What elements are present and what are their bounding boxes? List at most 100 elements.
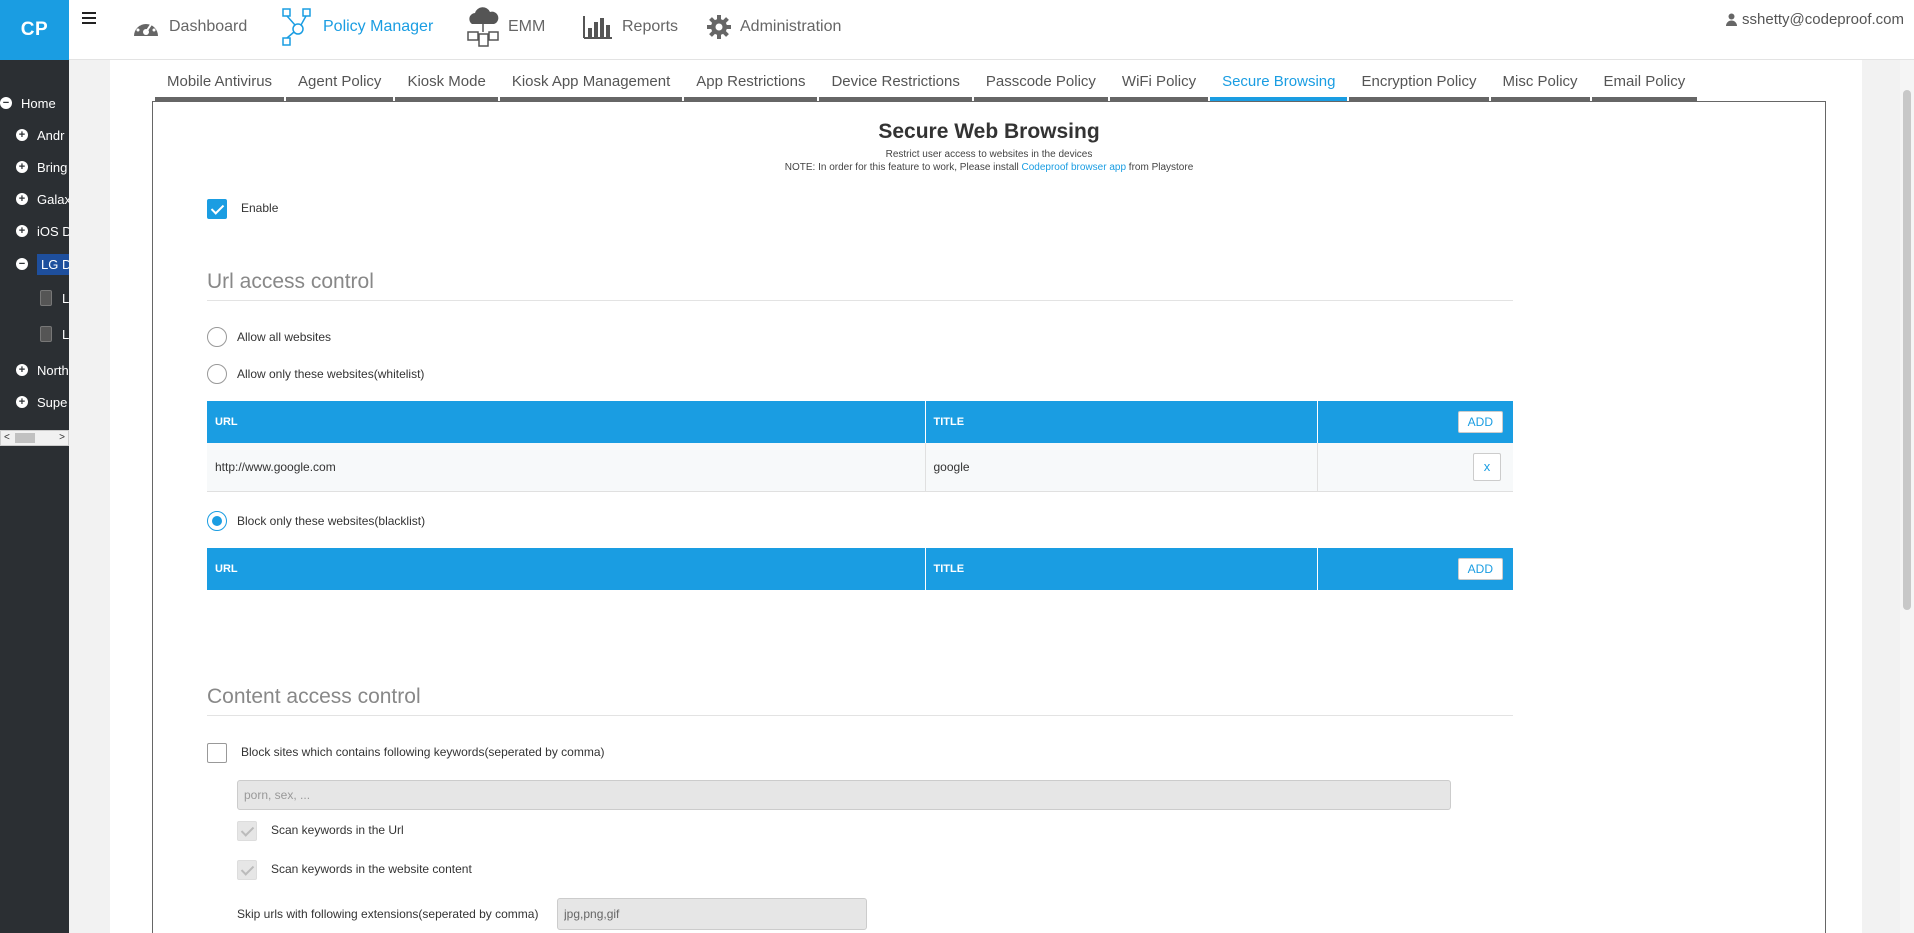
user-menu[interactable]: sshetty@codeproof.com	[1726, 11, 1904, 28]
keywords-input[interactable]	[237, 780, 1451, 810]
enable-checkbox[interactable]	[207, 199, 227, 219]
tab-passcode-policy[interactable]: Passcode Policy	[973, 62, 1108, 102]
expand-icon[interactable]: +	[16, 396, 28, 408]
col-url: URL	[207, 401, 926, 443]
nav-label: Reports	[622, 18, 679, 35]
user-icon	[1726, 13, 1738, 26]
table-row: http://www.google.com google x	[207, 443, 1513, 492]
blacklist-add-button[interactable]: ADD	[1457, 558, 1503, 580]
dashboard-gauge-icon	[134, 19, 158, 36]
sidebar-tree: − Home + Andr + Bring + Galax + iOS D − …	[0, 60, 69, 933]
blacklist-radio[interactable]	[207, 511, 227, 531]
hamburger-menu-icon[interactable]	[82, 12, 98, 26]
tab-kiosk-app-management[interactable]: Kiosk App Management	[499, 62, 683, 102]
user-email: sshetty@codeproof.com	[1742, 11, 1904, 28]
tab-wifi-policy[interactable]: WiFi Policy	[1109, 62, 1209, 102]
gear-icon	[707, 15, 731, 39]
scroll-right-icon[interactable]: >	[59, 431, 65, 445]
col-title: TITLE	[925, 401, 1318, 443]
tab-app-restrictions[interactable]: App Restrictions	[684, 62, 818, 102]
page-title: Secure Web Browsing	[878, 120, 1100, 143]
col-url: URL	[207, 548, 926, 590]
policy-network-icon	[282, 8, 311, 46]
tab-email-policy[interactable]: Email Policy	[1591, 62, 1698, 102]
expand-icon[interactable]: +	[16, 225, 28, 237]
blacklist-table: URL TITLE ADD	[207, 548, 1513, 590]
col-title: TITLE	[925, 548, 1318, 590]
scan-content-label: Scan keywords in the website content	[271, 862, 472, 876]
scan-url-checkbox[interactable]	[237, 821, 257, 841]
blacklist-label: Block only these websites(blacklist)	[237, 514, 426, 528]
bar-chart-icon	[583, 16, 612, 39]
tree-item-device[interactable]: L	[40, 286, 69, 310]
table-header-row: URL TITLE ADD	[207, 548, 1513, 590]
expand-icon[interactable]: +	[16, 161, 28, 173]
tree-item-group-selected[interactable]: − LG D	[16, 252, 69, 276]
tab-kiosk-mode[interactable]: Kiosk Mode	[395, 62, 498, 102]
add-cell: ADD	[1317, 401, 1513, 443]
nav-dashboard[interactable]: Dashboard	[131, 0, 247, 54]
tablet-icon	[40, 326, 52, 342]
scrollbar-thumb[interactable]	[1903, 90, 1911, 610]
skip-extensions-label: Skip urls with following extensions(sepe…	[237, 907, 539, 921]
tree-item-label: North	[37, 362, 69, 378]
sidebar-horizontal-scrollbar[interactable]: < >	[0, 430, 69, 446]
scroll-left-icon[interactable]: <	[4, 431, 10, 445]
logo[interactable]: CP	[0, 0, 69, 60]
tab-secure-browsing[interactable]: Secure Browsing	[1210, 62, 1348, 102]
tree-item-label: L	[62, 290, 69, 306]
tab-misc-policy[interactable]: Misc Policy	[1490, 62, 1590, 102]
nav-policy-manager[interactable]: Policy Manager	[281, 0, 433, 54]
collapse-icon[interactable]: −	[16, 258, 28, 270]
nav-administration[interactable]: Administration	[706, 0, 841, 54]
tab-device-restrictions[interactable]: Device Restrictions	[819, 62, 972, 102]
tree-item-label: LG D	[37, 253, 69, 275]
nav-label: Administration	[740, 18, 842, 35]
page-note: NOTE: In order for this feature to work,…	[153, 162, 1825, 173]
tree-item-group[interactable]: + Galax	[16, 187, 69, 211]
tab-mobile-antivirus[interactable]: Mobile Antivirus	[155, 62, 285, 102]
skip-extensions-input[interactable]	[557, 898, 867, 930]
nav-label: EMM	[508, 18, 546, 35]
tree-item-group[interactable]: + North	[16, 358, 69, 382]
tree-item-group[interactable]: + Bring	[16, 155, 67, 179]
nav-reports[interactable]: Reports	[582, 0, 678, 54]
remove-cell: x	[1317, 443, 1513, 492]
tree-item-label: Supe	[37, 394, 68, 410]
tab-agent-policy[interactable]: Agent Policy	[286, 62, 394, 102]
tree-item-label: L	[62, 326, 69, 342]
nav-emm[interactable]: EMM	[466, 0, 545, 54]
tablet-icon	[40, 290, 52, 306]
tab-encryption-policy[interactable]: Encryption Policy	[1349, 62, 1489, 102]
whitelist-radio[interactable]	[207, 364, 227, 384]
expand-icon[interactable]: +	[16, 129, 28, 141]
page-subtitle: Restrict user access to websites in the …	[885, 149, 1093, 160]
nav-label: Policy Manager	[323, 18, 434, 35]
note-text: NOTE: In order for this feature to work,…	[784, 162, 1022, 173]
collapse-icon[interactable]: −	[0, 97, 12, 109]
policy-tabs: Mobile Antivirus Agent Policy Kiosk Mode…	[155, 62, 1699, 102]
table-header-row: URL TITLE ADD	[207, 401, 1513, 443]
tree-item-label: Galax	[37, 191, 69, 207]
whitelist-remove-button[interactable]: x	[1473, 452, 1501, 481]
expand-icon[interactable]: +	[16, 193, 28, 205]
allow-all-label: Allow all websites	[237, 330, 332, 344]
whitelist-table: URL TITLE ADD http://www.google.com goog…	[207, 401, 1513, 492]
scrollbar-thumb[interactable]	[15, 433, 35, 443]
tree-item-home[interactable]: − Home	[0, 91, 56, 115]
main-vertical-scrollbar[interactable]	[1900, 60, 1914, 933]
tree-item-label: Bring	[37, 159, 68, 175]
tree-item-group[interactable]: + Andr	[16, 123, 64, 147]
enable-label: Enable	[241, 201, 279, 215]
tree-item-group[interactable]: + Supe	[16, 390, 67, 414]
tree-item-device[interactable]: L	[40, 322, 69, 346]
tree-item-label: Andr	[37, 127, 65, 143]
tree-item-group[interactable]: + iOS D	[16, 219, 69, 243]
whitelist-add-button[interactable]: ADD	[1457, 411, 1503, 433]
tree-item-label: Home	[21, 95, 56, 111]
codeproof-browser-link[interactable]: Codeproof browser app	[1022, 162, 1127, 173]
expand-icon[interactable]: +	[16, 364, 28, 376]
scan-content-checkbox[interactable]	[237, 860, 257, 880]
allow-all-radio[interactable]	[207, 327, 227, 347]
block-keywords-checkbox[interactable]	[207, 743, 227, 763]
